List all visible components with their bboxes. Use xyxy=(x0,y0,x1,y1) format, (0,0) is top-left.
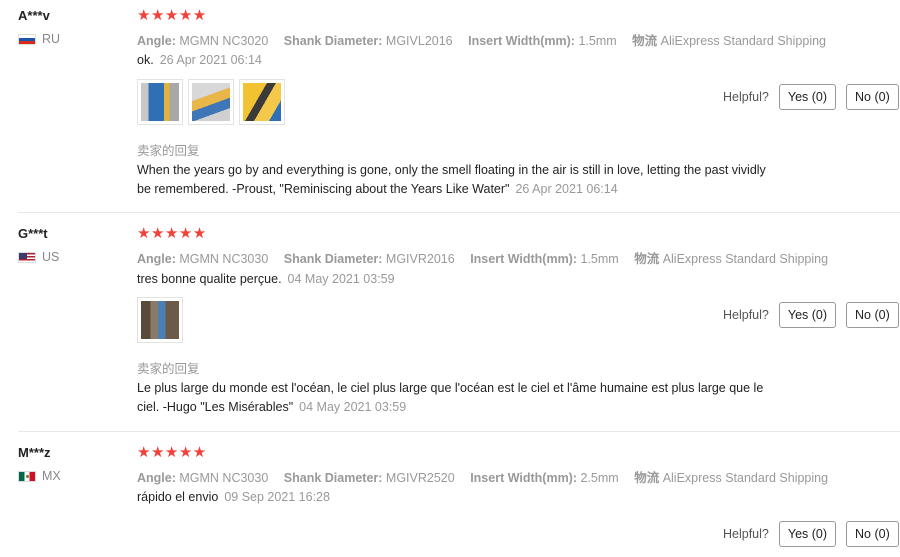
helpful-label: Helpful? xyxy=(723,527,769,541)
reviewer-name: M***z xyxy=(18,445,51,460)
comment-text: tres bonne qualite perçue. xyxy=(137,272,282,286)
seller-reply: Le plus large du monde est l'océan, le c… xyxy=(137,379,777,417)
angle-label: Angle: xyxy=(137,252,176,266)
mexico-flag-icon xyxy=(18,470,36,482)
width-label: Insert Width(mm): xyxy=(470,252,578,266)
review-date: 26 Apr 2021 06:14 xyxy=(159,53,262,67)
shipping-value: AliExpress Standard Shipping xyxy=(660,34,826,48)
review-comment: rápido el envio 09 Sep 2021 16:28 xyxy=(137,490,330,504)
shipping-value: AliExpress Standard Shipping xyxy=(662,252,829,266)
review-divider xyxy=(18,212,900,213)
helpful-yes-button[interactable]: Yes (0) xyxy=(778,521,837,547)
review-photo[interactable] xyxy=(239,79,285,125)
reply-text: When the years go by and everything is g… xyxy=(137,163,766,196)
reply-date: 26 Apr 2021 06:14 xyxy=(515,182,618,196)
helpful-no-button[interactable]: No (0) xyxy=(846,302,899,328)
product-attributes: Angle: MGMN NC3020 Shank Diameter: MGIVL… xyxy=(137,30,838,49)
shank-label: Shank Diameter: xyxy=(283,34,383,48)
review-divider xyxy=(18,431,900,432)
review-photos xyxy=(137,79,285,125)
shipping-label: 物流 xyxy=(634,252,660,266)
star-rating: ★★★★★ xyxy=(137,7,207,24)
reply-text: Le plus large du monde est l'océan, le c… xyxy=(137,381,764,414)
helpful-voting: Helpful? Yes (0) No (0) xyxy=(723,302,899,328)
product-attributes: Angle: MGMN NC3030 Shank Diameter: MGIVR… xyxy=(137,248,840,267)
comment-text: rápido el envio xyxy=(137,490,219,504)
width-value: 1.5mm xyxy=(580,252,619,266)
width-label: Insert Width(mm): xyxy=(470,471,578,485)
reviewer-name: G***t xyxy=(18,226,48,241)
shank-value: MGIVR2520 xyxy=(385,471,455,485)
review-comment: ok. 26 Apr 2021 06:14 xyxy=(137,53,262,67)
shank-value: MGIVL2016 xyxy=(385,34,453,48)
country-code: MX xyxy=(42,469,61,483)
reviewer-name: A***v xyxy=(18,8,50,23)
angle-label: Angle: xyxy=(137,34,176,48)
country-code: US xyxy=(42,250,60,264)
shipping-label: 物流 xyxy=(634,471,660,485)
angle-value: MGMN NC3020 xyxy=(179,34,269,48)
helpful-voting: Helpful? Yes (0) No (0) xyxy=(723,84,899,110)
helpful-label: Helpful? xyxy=(723,308,769,322)
seller-reply: When the years go by and everything is g… xyxy=(137,161,777,199)
width-value: 2.5mm xyxy=(580,471,619,485)
country-code: RU xyxy=(42,32,61,46)
shipping-label: 物流 xyxy=(632,34,658,48)
review-date: 09 Sep 2021 16:28 xyxy=(224,490,330,504)
helpful-yes-button[interactable]: Yes (0) xyxy=(778,84,837,110)
product-attributes: Angle: MGMN NC3030 Shank Diameter: MGIVR… xyxy=(137,467,840,486)
review-comment: tres bonne qualite perçue. 04 May 2021 03… xyxy=(137,272,395,286)
angle-label: Angle: xyxy=(137,471,176,485)
helpful-voting: Helpful? Yes (0) No (0) xyxy=(723,521,899,547)
reviewer-country: US xyxy=(18,250,59,264)
review-date: 04 May 2021 03:59 xyxy=(287,272,395,286)
review-photo[interactable] xyxy=(188,79,234,125)
reply-date: 04 May 2021 03:59 xyxy=(299,400,407,414)
shipping-value: AliExpress Standard Shipping xyxy=(662,471,829,485)
review-photo[interactable] xyxy=(137,297,183,343)
helpful-yes-button[interactable]: Yes (0) xyxy=(778,302,837,328)
comment-text: ok. xyxy=(137,53,154,67)
helpful-no-button[interactable]: No (0) xyxy=(846,521,899,547)
width-value: 1.5mm xyxy=(578,34,617,48)
shank-value: MGIVR2016 xyxy=(385,252,455,266)
reviewer-country: RU xyxy=(18,32,60,46)
star-rating: ★★★★★ xyxy=(137,225,207,242)
angle-value: MGMN NC3030 xyxy=(179,252,269,266)
usa-flag-icon xyxy=(18,251,36,263)
width-label: Insert Width(mm): xyxy=(468,34,575,48)
russia-flag-icon xyxy=(18,33,36,45)
review-photos xyxy=(137,297,183,343)
seller-reply-title: 卖家的回复 xyxy=(137,362,200,376)
seller-reply-title: 卖家的回复 xyxy=(137,144,200,158)
shank-label: Shank Diameter: xyxy=(283,252,383,266)
angle-value: MGMN NC3030 xyxy=(179,471,269,485)
shank-label: Shank Diameter: xyxy=(283,471,383,485)
star-rating: ★★★★★ xyxy=(137,444,207,461)
helpful-label: Helpful? xyxy=(723,90,769,104)
review-photo[interactable] xyxy=(137,79,183,125)
helpful-no-button[interactable]: No (0) xyxy=(846,84,899,110)
reviewer-country: MX xyxy=(18,469,61,483)
